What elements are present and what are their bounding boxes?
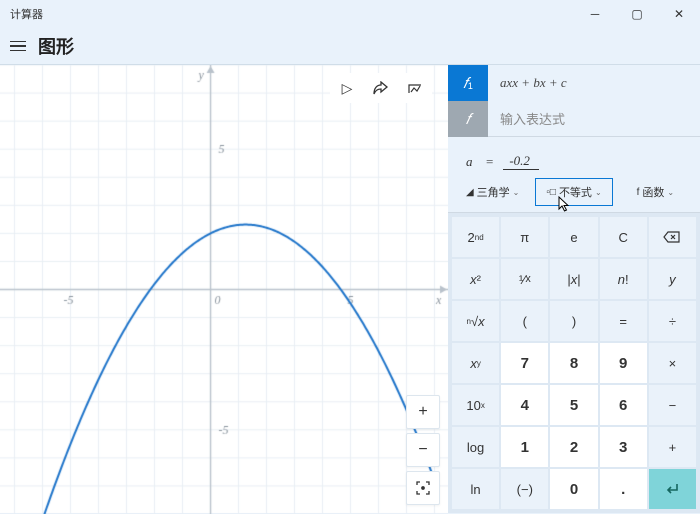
key-x²[interactable]: x² [452, 259, 499, 299]
key-↵[interactable] [649, 469, 696, 509]
key-ln[interactable]: ln [452, 469, 499, 509]
category-三角学[interactable]: ◢三角学⌄ [454, 178, 531, 206]
key-C[interactable]: C [600, 217, 647, 257]
key-ⁿ√x[interactable]: n√x [452, 301, 499, 341]
key-7[interactable]: 7 [501, 343, 548, 383]
settings-tool[interactable] [398, 73, 432, 103]
close-button[interactable]: ✕ [658, 0, 700, 28]
key-3[interactable]: 3 [600, 427, 647, 467]
zoom-in-button[interactable]: + [406, 395, 440, 429]
key-.[interactable]: . [600, 469, 647, 509]
key-([interactable]: ( [501, 301, 548, 341]
key-)[interactable]: ) [550, 301, 597, 341]
function-expression[interactable]: axx + bx + c [488, 65, 700, 101]
function-badge: 𝑓1 [448, 65, 488, 101]
key-¹⁄ₓ[interactable]: ¹⁄x [501, 259, 548, 299]
var-equals: = [486, 154, 493, 170]
key-−[interactable]: − [649, 385, 696, 425]
key-4[interactable]: 4 [501, 385, 548, 425]
function-row-1[interactable]: 𝑓1 axx + bx + c [448, 65, 700, 101]
key-5[interactable]: 5 [550, 385, 597, 425]
zoom-out-button[interactable]: − [406, 433, 440, 467]
zoom-fit-button[interactable] [406, 471, 440, 505]
key-n![interactable]: n! [600, 259, 647, 299]
key-1[interactable]: 1 [501, 427, 548, 467]
key-2ⁿᵈ[interactable]: 2nd [452, 217, 499, 257]
function-badge: 𝑓 [448, 101, 488, 137]
key-0[interactable]: 0 [550, 469, 597, 509]
key-y[interactable]: y [649, 259, 696, 299]
var-value[interactable]: -0.2 [503, 153, 539, 170]
category-函数[interactable]: f函数⌄ [617, 178, 694, 206]
key-⁽⁻⁾[interactable]: (−) [501, 469, 548, 509]
plot-area[interactable]: ▷ + − [0, 64, 448, 513]
key-π[interactable]: π [501, 217, 548, 257]
share-tool[interactable] [364, 73, 398, 103]
minimize-button[interactable]: ─ [574, 0, 616, 28]
function-placeholder[interactable]: 输入表达式 [488, 101, 700, 137]
page-title: 图形 [38, 33, 74, 59]
cursor-tool[interactable]: ▷ [330, 73, 364, 103]
key-÷[interactable]: ÷ [649, 301, 696, 341]
key-e[interactable]: e [550, 217, 597, 257]
key-xʸ[interactable]: xy [452, 343, 499, 383]
maximize-button[interactable]: ▢ [616, 0, 658, 28]
key-|x|[interactable]: |x| [550, 259, 597, 299]
function-row-new[interactable]: 𝑓 输入表达式 [448, 101, 700, 137]
key-×[interactable]: × [649, 343, 696, 383]
key-log[interactable]: log [452, 427, 499, 467]
key-6[interactable]: 6 [600, 385, 647, 425]
key-10ˣ[interactable]: 10x [452, 385, 499, 425]
variable-row[interactable]: a = -0.2 [448, 137, 700, 178]
key-=[interactable]: = [600, 301, 647, 341]
key-8[interactable]: 8 [550, 343, 597, 383]
key-2[interactable]: 2 [550, 427, 597, 467]
var-name: a [466, 154, 476, 170]
key-⌫[interactable] [649, 217, 696, 257]
key-9[interactable]: 9 [600, 343, 647, 383]
app-name: 计算器 [10, 6, 43, 22]
category-不等式[interactable]: ▫□不等式⌄ [535, 178, 612, 206]
key-+[interactable]: + [649, 427, 696, 467]
menu-button[interactable] [10, 41, 26, 52]
